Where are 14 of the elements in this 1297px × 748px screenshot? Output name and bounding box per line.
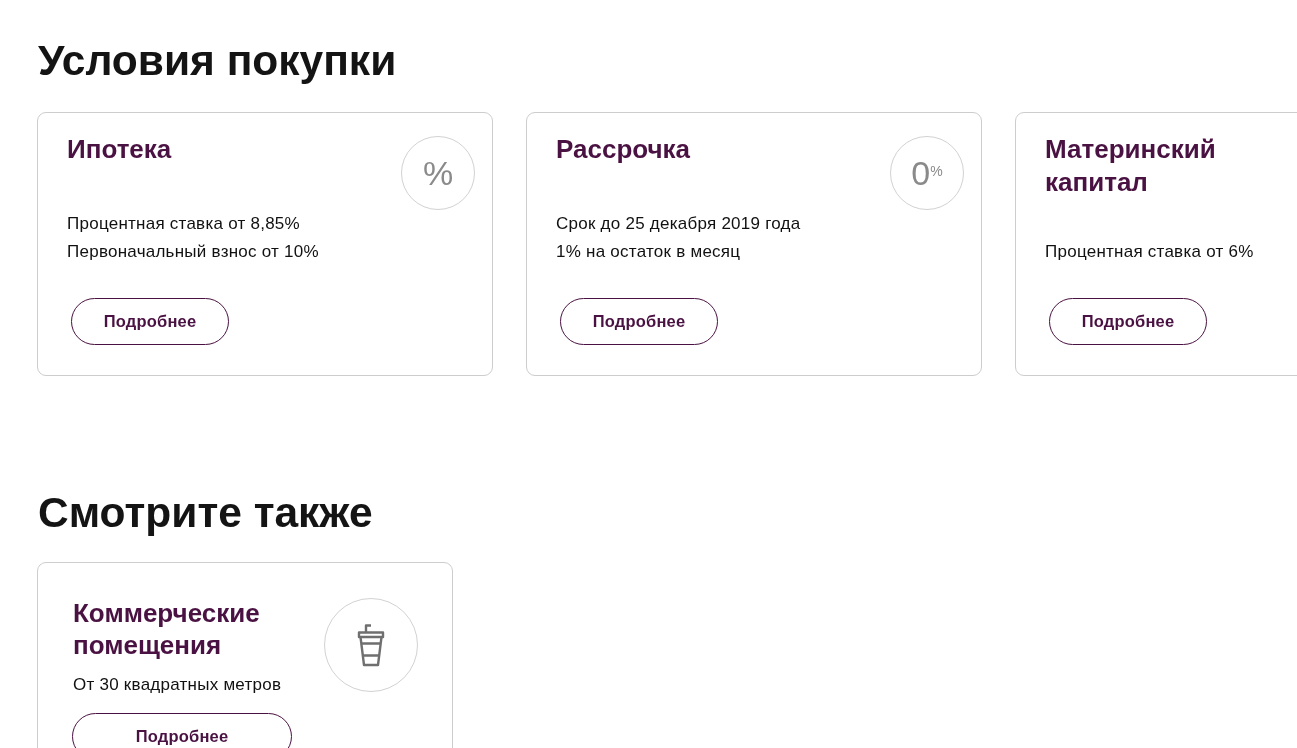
card-description: Срок до 25 декабря 2019 года 1% на остаток в месяц <box>556 213 802 263</box>
card-description: Процентная ставка от 6% <box>1045 241 1255 263</box>
card-title: Рассрочка <box>556 133 691 166</box>
card-title: Ипотека <box>67 133 172 166</box>
card-description: Процентная ставка от 8,85% Первоначальный взнос от 10% <box>67 213 320 263</box>
details-button[interactable]: Подробнее <box>71 298 229 345</box>
section-heading: Смотрите также <box>38 488 374 538</box>
details-button[interactable]: Подробнее <box>560 298 718 345</box>
card-description: От 30 квадратных метров <box>73 674 283 696</box>
card-title: Материнский капитал <box>1045 133 1217 199</box>
section-heading: Условия покупки <box>38 36 398 86</box>
details-button[interactable]: Подробнее <box>1049 298 1207 345</box>
card-title: Коммерческие помещения <box>73 597 261 661</box>
details-button[interactable]: Подробнее <box>72 713 292 748</box>
